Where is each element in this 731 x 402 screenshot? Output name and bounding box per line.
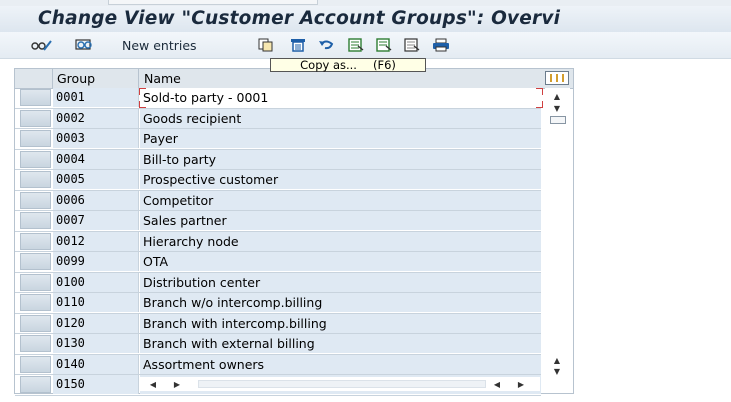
group-cell[interactable]: 0006 (53, 190, 139, 210)
focus-marker (139, 88, 146, 95)
tooltip-label: Copy as... (300, 58, 357, 72)
name-cell[interactable]: Assortment owners (140, 354, 541, 374)
name-cell[interactable]: Sold-to party - 0001 (140, 88, 541, 107)
row-selector[interactable] (20, 150, 51, 168)
group-cell[interactable]: 0120 (53, 313, 139, 333)
row-selector[interactable] (20, 212, 51, 229)
group-cell[interactable]: 0001 (53, 88, 139, 107)
scroll-right-icon[interactable]: ▶ (170, 377, 184, 391)
command-field-edge[interactable] (108, 0, 318, 5)
table-row[interactable]: 0110 Branch w/o intercomp.billing (15, 293, 541, 314)
group-cell[interactable]: 0150 (53, 375, 139, 394)
page-title: Change View "Customer Account Groups": O… (38, 8, 561, 29)
row-selector[interactable] (20, 273, 51, 291)
new-entries-button[interactable]: New entries (122, 38, 197, 53)
name-cell[interactable]: OTA (140, 252, 541, 271)
table-header: Group Name (15, 69, 573, 89)
focus-marker (536, 88, 543, 95)
name-cell[interactable]: Goods recipient (140, 108, 541, 128)
select-all-icon[interactable] (346, 36, 366, 54)
table-row[interactable]: 0012 Hierarchy node (15, 231, 541, 252)
deselect-all-icon[interactable] (402, 36, 422, 54)
group-cell[interactable]: 0130 (53, 334, 139, 353)
group-cell[interactable]: 0002 (53, 108, 139, 128)
other-view-icon[interactable] (74, 36, 96, 54)
group-cell[interactable]: 0005 (53, 170, 139, 189)
group-cell[interactable]: 0110 (53, 293, 139, 312)
horizontal-scrollbar[interactable]: ◀ ▶ ◀ ▶ (140, 377, 540, 391)
scroll-left-icon[interactable]: ◀ (490, 377, 504, 391)
scroll-left-icon[interactable]: ◀ (146, 377, 160, 391)
focus-marker (536, 101, 543, 108)
scroll-track[interactable] (198, 380, 486, 388)
name-cell[interactable]: Prospective customer (140, 170, 541, 189)
delete-icon[interactable] (288, 36, 308, 54)
table-body: 0001 Sold-to party - 0001 0002 Goods reci… (15, 88, 541, 396)
copy-as-tooltip: Copy as... (F6) (270, 58, 426, 72)
table-row[interactable]: 0007 Sales partner (15, 211, 541, 232)
row-selector[interactable] (20, 109, 51, 127)
table-row[interactable]: 0100 Distribution center (15, 272, 541, 293)
row-selector[interactable] (20, 171, 51, 188)
focus-marker (139, 101, 146, 108)
table-row[interactable]: 0002 Goods recipient (15, 108, 541, 129)
vertical-scrollbar[interactable]: ▲ ▼ ▲ ▼ (545, 88, 570, 376)
table-settings-icon[interactable] (545, 71, 569, 85)
group-cell[interactable]: 0007 (53, 211, 139, 230)
table-row[interactable]: 0003 Payer (15, 129, 541, 150)
scroll-down-icon[interactable]: ▼ (549, 102, 565, 114)
row-selector[interactable] (20, 89, 51, 106)
group-cell[interactable]: 0003 (53, 129, 139, 148)
select-block-icon[interactable] (374, 36, 394, 54)
name-cell[interactable]: Competitor (140, 190, 541, 210)
scroll-up-icon[interactable]: ▲ (549, 90, 565, 102)
table-row[interactable]: 0120 Branch with intercomp.billing (15, 313, 541, 334)
name-cell[interactable]: Hierarchy node (140, 231, 541, 251)
table-row[interactable]: 0099 OTA (15, 252, 541, 273)
select-all-rows-cell[interactable] (20, 69, 53, 88)
name-cell[interactable]: Branch w/o intercomp.billing (140, 293, 541, 312)
undo-icon[interactable] (316, 36, 336, 54)
group-cell[interactable]: 0100 (53, 272, 139, 292)
table-row[interactable]: 0004 Bill-to party (15, 149, 541, 170)
table-row[interactable]: 0006 Competitor (15, 190, 541, 211)
group-cell[interactable]: 0099 (53, 252, 139, 271)
title-bar: Change View "Customer Account Groups": O… (0, 6, 731, 32)
name-cell[interactable]: Payer (140, 129, 541, 148)
table-row[interactable]: 0130 Branch with external billing (15, 334, 541, 355)
table-row[interactable]: 0140 Assortment owners (15, 354, 541, 375)
print-icon[interactable] (430, 36, 452, 54)
row-selector[interactable] (20, 191, 51, 209)
name-cell[interactable]: Distribution center (140, 272, 541, 292)
row-selector[interactable] (20, 314, 51, 332)
row-selector[interactable] (20, 335, 51, 352)
row-selector[interactable] (20, 294, 51, 311)
table-row[interactable]: 0001 Sold-to party - 0001 (15, 88, 541, 109)
row-selector[interactable] (20, 376, 51, 393)
row-selector[interactable] (20, 355, 51, 373)
name-cell[interactable]: Branch with external billing (140, 334, 541, 353)
column-header-group[interactable]: Group (53, 69, 139, 88)
group-cell[interactable]: 0012 (53, 231, 139, 251)
row-selector[interactable] (20, 232, 51, 250)
scroll-thumb[interactable] (550, 116, 566, 124)
display-change-icon[interactable] (30, 36, 52, 54)
scroll-right-icon[interactable]: ▶ (514, 377, 528, 391)
name-cell[interactable]: Branch with intercomp.billing (140, 313, 541, 333)
table-row[interactable]: 0005 Prospective customer (15, 170, 541, 191)
application-toolbar: New entries (0, 32, 731, 59)
page-down-icon[interactable]: ▼ (549, 365, 565, 377)
tooltip-shortcut: (F6) (372, 58, 396, 72)
group-cell[interactable]: 0140 (53, 354, 139, 374)
group-cell[interactable]: 0004 (53, 149, 139, 169)
table-control: Group Name 0001 Sold-to party - 0001 000… (14, 68, 574, 396)
name-cell[interactable]: Sales partner (140, 211, 541, 230)
row-selector[interactable] (20, 253, 51, 270)
row-selector[interactable] (20, 130, 51, 147)
name-cell[interactable]: Bill-to party (140, 149, 541, 169)
copy-icon[interactable] (256, 36, 276, 54)
